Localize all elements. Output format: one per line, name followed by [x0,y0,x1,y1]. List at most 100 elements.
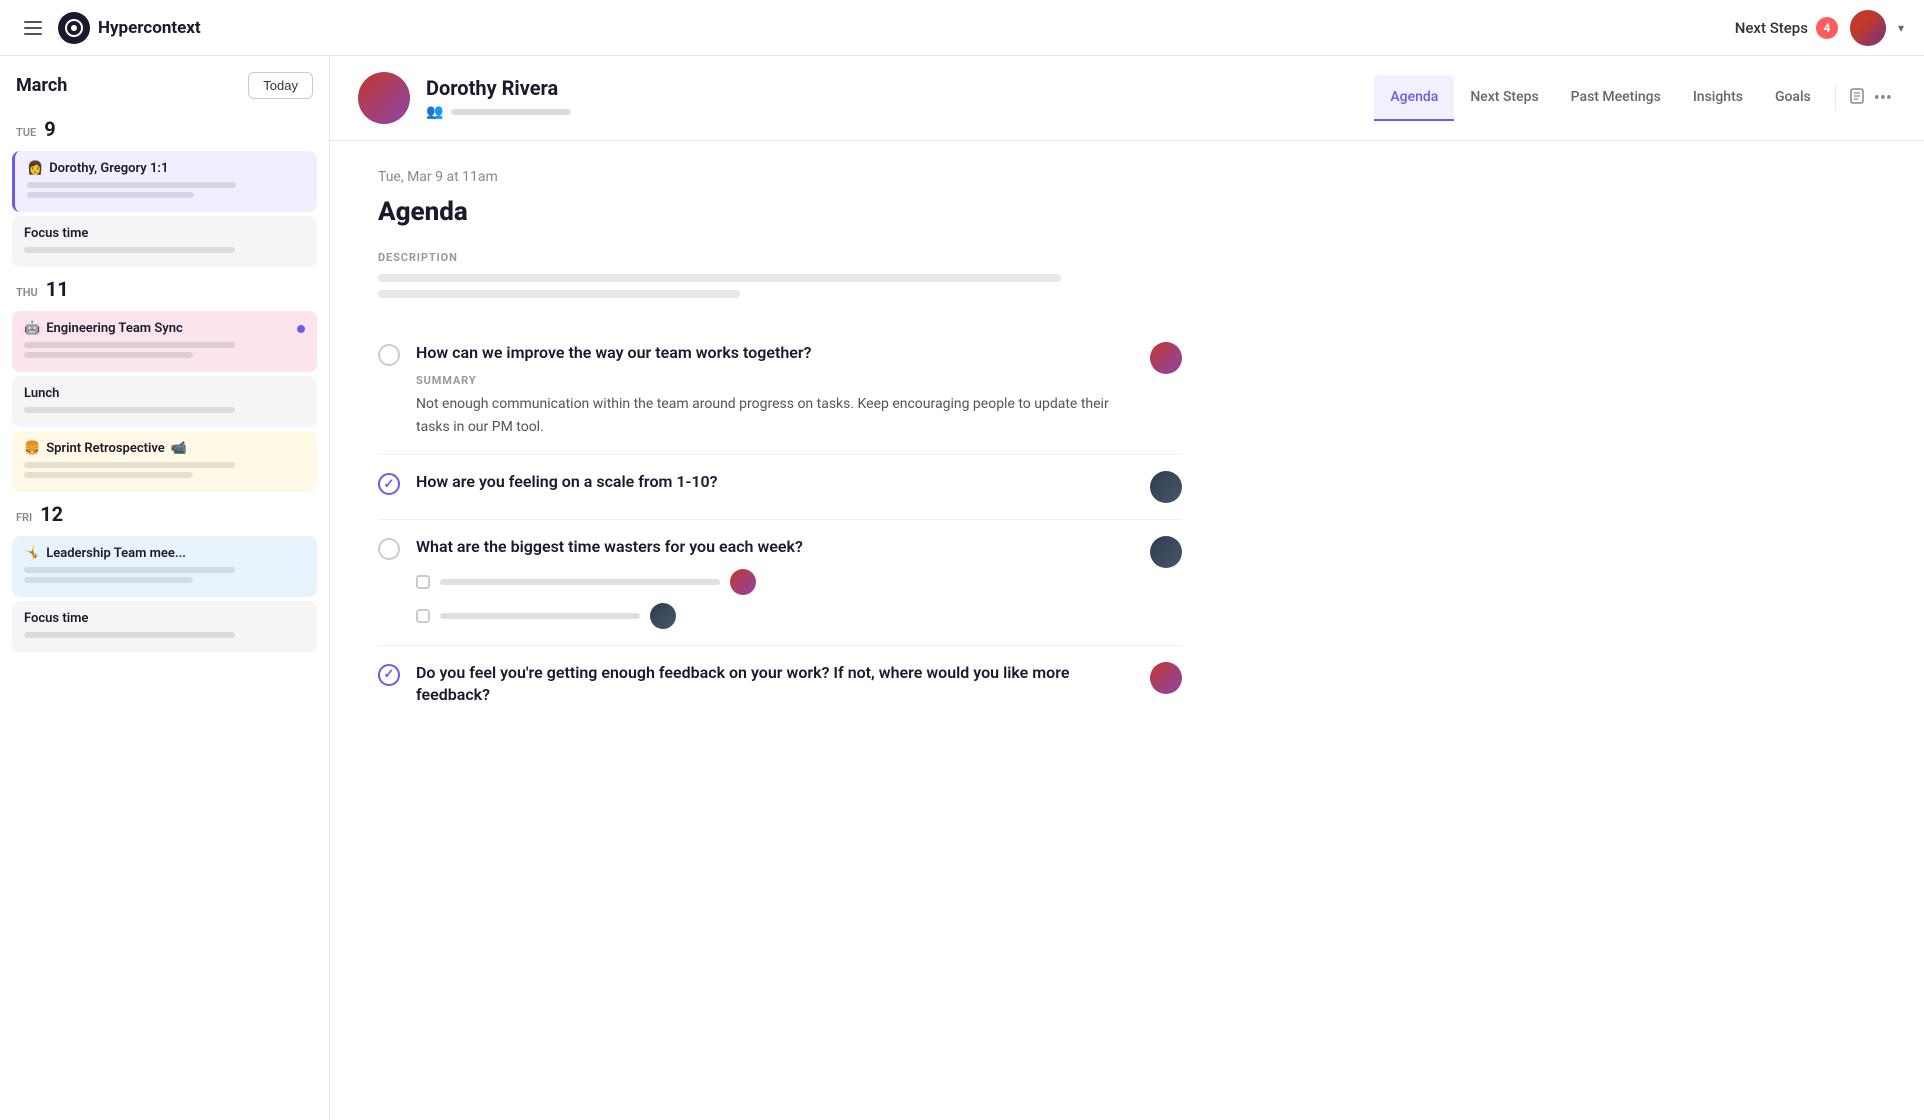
sub-items-3 [416,569,1134,629]
app-logo[interactable]: Hypercontext [58,12,201,44]
agenda-circle-3[interactable] [378,538,400,560]
day-section-tue: TUE 9 👩 Dorothy, Gregory 1:1 Focus time [0,111,329,267]
checkmark-icon-2: ✓ [384,477,395,492]
line2 [24,577,193,583]
today-button[interactable]: Today [248,72,313,99]
line1 [24,342,235,348]
meeting-card-focus-2[interactable]: Focus time [12,601,317,652]
month-header: March Today [0,72,329,111]
people-icon: 👥 [426,104,443,120]
next-steps-count: 4 [1816,17,1838,39]
meeting-card-lunch[interactable]: Lunch [12,376,317,427]
line1 [24,247,235,253]
chevron-down-icon[interactable]: ▾ [1898,21,1904,35]
meeting-lines-eng-sync [24,342,305,358]
agenda-title: Agenda [378,197,1182,227]
logo-icon [58,12,90,44]
app-name: Hypercontext [98,18,201,38]
meeting-emoji-leadership: 🤸 [24,546,40,561]
meeting-lines-dorothy [27,182,305,198]
meta-line [451,109,571,115]
agenda-item-4: ✓ Do you feel you're getting enough feed… [378,646,1182,723]
day-section-thu: THU 11 🤖 Engineering Team Sync Lunch [0,271,329,492]
meeting-lines-focus-1 [24,247,305,253]
desc-line-1 [378,274,1061,282]
sub-checkbox-3-1[interactable] [416,575,430,589]
meeting-name: Dorothy Rivera [426,76,1358,100]
user-avatar[interactable] [1850,10,1886,46]
video-icon: 📹 [171,441,187,456]
day-num-fri: 12 [40,502,63,526]
day-num-thu: 11 [46,277,69,301]
agenda-item-1: How can we improve the way our team work… [378,326,1182,455]
meeting-dot [297,325,305,333]
meeting-info: Dorothy Rivera 👥 [426,76,1358,120]
line2 [24,472,193,478]
meeting-emoji-dorothy: 👩 [27,161,43,176]
description-lines [378,274,1182,298]
hamburger-menu[interactable] [20,17,46,39]
agenda-body-4: Do you feel you're getting enough feedba… [416,662,1134,707]
agenda-question-3[interactable]: What are the biggest time wasters for yo… [416,536,1134,558]
meeting-lines-focus-2 [24,632,305,638]
meeting-card-focus-1[interactable]: Focus time [12,216,317,267]
sub-avatar-3-2 [650,603,676,629]
day-name-fri: FRI [16,511,32,524]
next-steps-indicator[interactable]: Next Steps 4 [1735,17,1838,39]
nav-left: Hypercontext [20,12,201,44]
meeting-emoji-sprint: 🍔 [24,441,40,456]
tab-insights[interactable]: Insights [1677,75,1759,121]
line1 [27,182,236,188]
meeting-card-eng-sync[interactable]: 🤖 Engineering Team Sync [12,311,317,372]
line1 [24,567,235,573]
tab-goals[interactable]: Goals [1759,75,1827,121]
agenda-avatar-1 [1150,342,1182,374]
nav-right: Next Steps 4 ▾ [1735,10,1904,46]
more-options-icon[interactable]: ••• [1870,84,1896,113]
meeting-date: Tue, Mar 9 at 11am [378,169,1182,185]
sidebar: March Today TUE 9 👩 Dorothy, Gregory 1:1 [0,56,330,1120]
agenda-question-2[interactable]: How are you feeling on a scale from 1-10… [416,471,1134,493]
meeting-lines-lunch [24,407,305,413]
line2 [27,192,194,198]
agenda-question-4[interactable]: Do you feel you're getting enough feedba… [416,662,1134,707]
day-name-tue: TUE [16,126,36,139]
tab-bar-container: Agenda Next Steps Past Meetings Insights… [1374,75,1896,121]
agenda-circle-4[interactable]: ✓ [378,664,400,686]
agenda-item-2: ✓ How are you feeling on a scale from 1-… [378,455,1182,520]
sub-checkbox-3-2[interactable] [416,609,430,623]
meeting-lines-leadership [24,567,305,583]
summary-label-1: SUMMARY [416,374,1134,387]
day-header-thu: THU 11 [0,271,329,307]
meeting-title-focus-1: Focus time [24,226,305,241]
content-area: Dorothy Rivera 👥 Agenda Next Steps Past … [330,56,1924,1120]
agenda-items-list: How can we improve the way our team work… [378,326,1182,722]
tab-past-meetings[interactable]: Past Meetings [1555,75,1677,121]
agenda-circle-2[interactable]: ✓ [378,473,400,495]
top-navigation: Hypercontext Next Steps 4 ▾ [0,0,1924,56]
agenda-question-1[interactable]: How can we improve the way our team work… [416,342,1134,364]
agenda-circle-1[interactable] [378,344,400,366]
meeting-card-leadership[interactable]: 🤸 Leadership Team mee... [12,536,317,597]
agenda-avatar-2 [1150,471,1182,503]
meeting-card-sprint[interactable]: 🍔 Sprint Retrospective 📹 [12,431,317,492]
desc-line-2 [378,290,740,298]
doc-icon[interactable] [1844,83,1870,114]
checkmark-icon-4: ✓ [384,667,395,682]
sub-line-3-1 [440,579,720,585]
day-section-fri: FRI 12 🤸 Leadership Team mee... Focus ti… [0,496,329,652]
sub-item-3-1 [416,569,1134,595]
line1 [24,632,235,638]
meeting-avatar [358,72,410,124]
meeting-meta: 👥 [426,104,1358,120]
meeting-card-dorothy[interactable]: 👩 Dorothy, Gregory 1:1 [12,151,317,212]
tab-next-steps[interactable]: Next Steps [1454,75,1554,121]
meeting-emoji-eng-sync: 🤖 [24,321,40,336]
sub-avatar-3-1 [730,569,756,595]
agenda-body-1: How can we improve the way our team work… [416,342,1134,438]
meeting-title-dorothy: 👩 Dorothy, Gregory 1:1 [27,161,305,176]
month-label: March [16,75,67,96]
agenda-body-2: How are you feeling on a scale from 1-10… [416,471,1134,493]
avatar-image [1850,10,1886,46]
tab-agenda[interactable]: Agenda [1374,75,1454,121]
